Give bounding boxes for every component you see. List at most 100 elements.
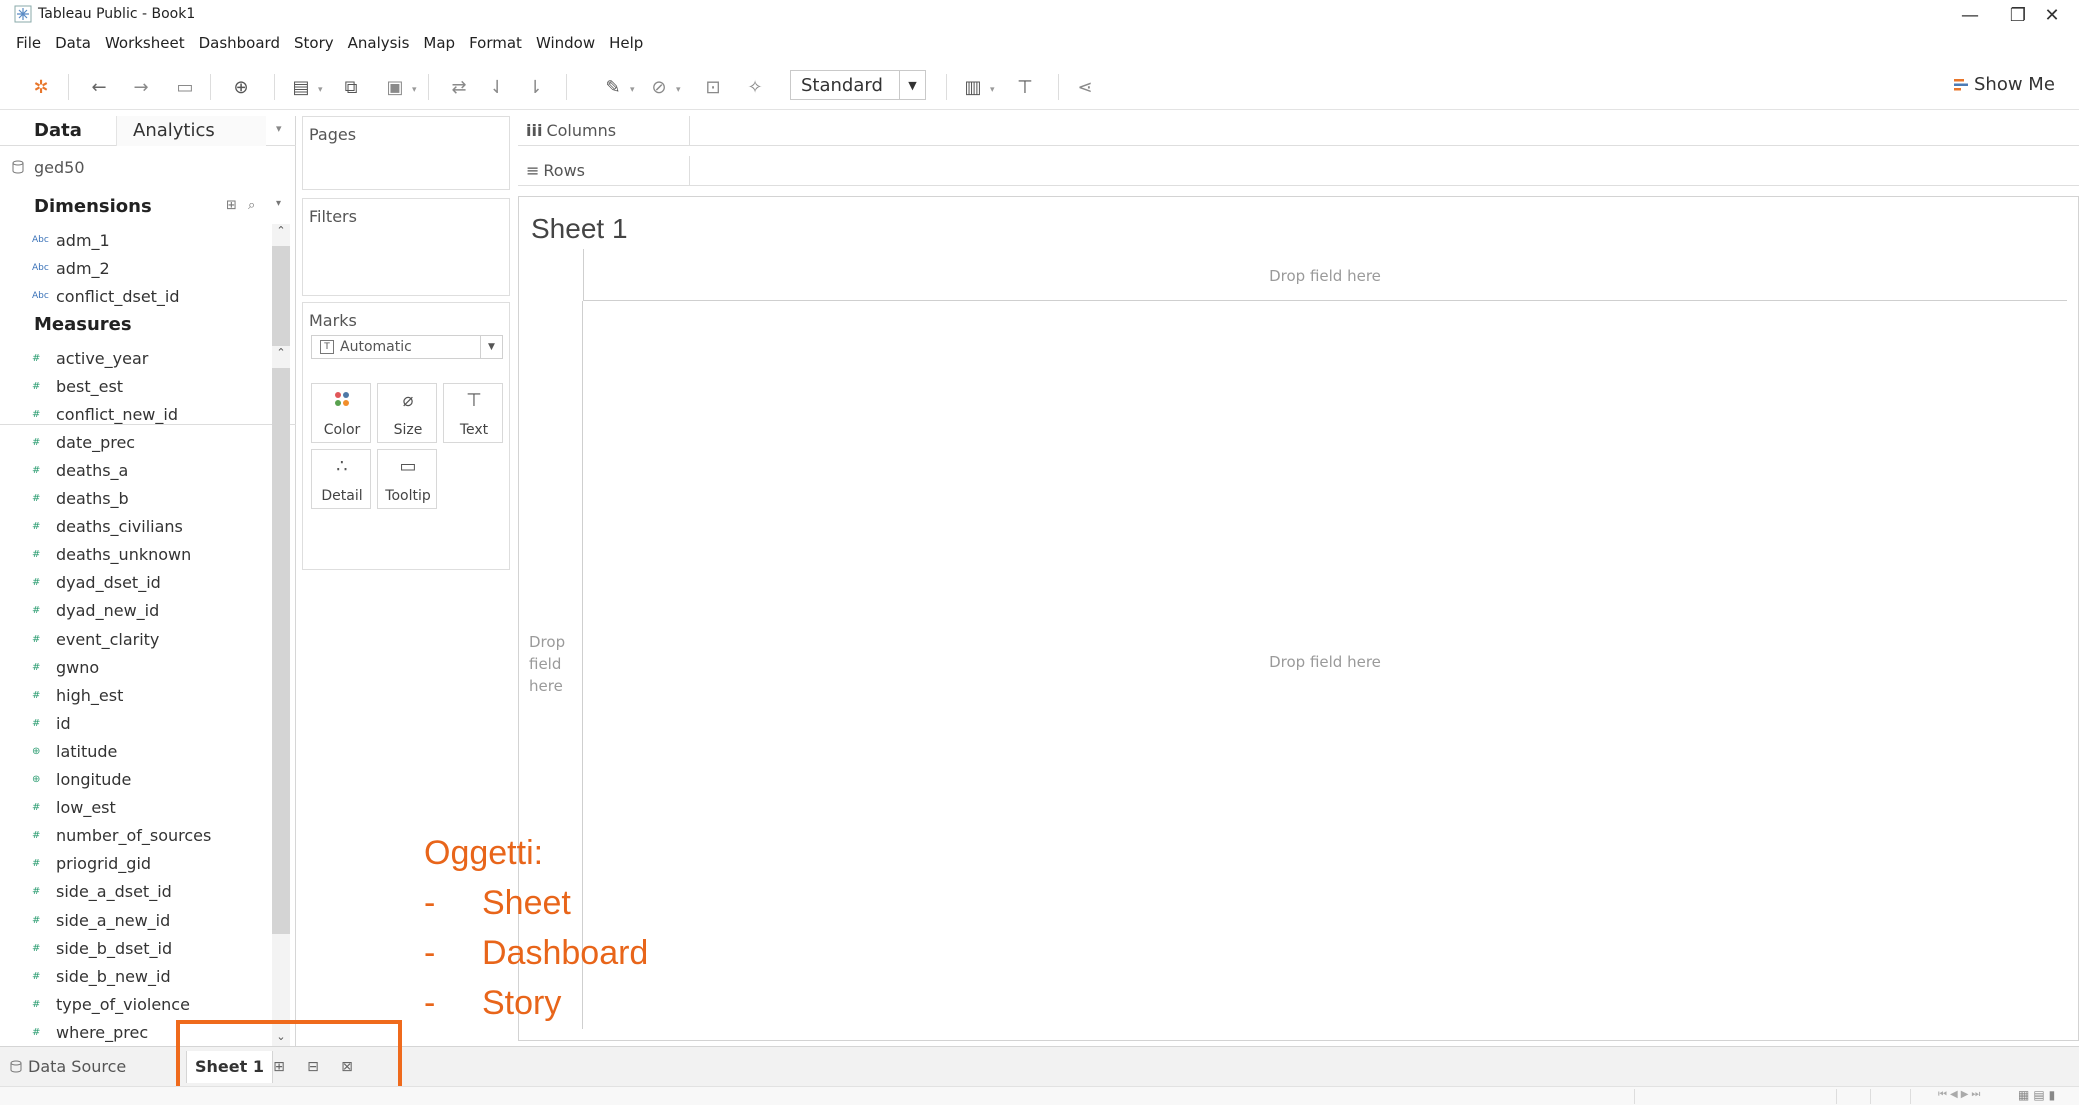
label-icon[interactable]: ⊡ (700, 74, 726, 100)
search-icon[interactable]: ⌕ (248, 198, 255, 213)
row-drop-text: Drop field here (529, 633, 566, 695)
group-icon[interactable]: ⊘ (646, 74, 672, 100)
menu-file[interactable]: File (16, 34, 41, 58)
minimize-button[interactable]: — (1946, 2, 1994, 28)
rows-shelf[interactable]: ≡ Rows (518, 156, 2079, 186)
tab-data-source[interactable]: Data Source (10, 1057, 126, 1076)
dimension-conflict-dset-id[interactable]: Abc conflict_dset_id (32, 284, 180, 308)
tab-data[interactable]: Data (0, 116, 116, 146)
highlight-icon[interactable]: ✎ (600, 74, 626, 100)
field-label: conflict_new_id (56, 404, 178, 424)
measure-side-a-new-id[interactable]: # side_a_new_id (32, 908, 170, 932)
fit-select[interactable]: Standard ▼ (790, 70, 926, 100)
close-button[interactable]: ✕ (2028, 2, 2076, 28)
sheet-title[interactable]: Sheet 1 (531, 213, 628, 245)
measures-scrollbar[interactable]: ⌃ ⌄ (272, 346, 290, 1046)
sheet-navigation-icon[interactable]: ⏮◀▶⏭ (1938, 1089, 1983, 1100)
measure-latitude[interactable]: ⊕ latitude (32, 739, 117, 763)
measure-longitude[interactable]: ⊕ longitude (32, 768, 131, 792)
measure-where-prec[interactable]: # where_prec (32, 1020, 148, 1044)
datasource-name[interactable]: ged50 (34, 158, 85, 177)
pane-menu-icon[interactable]: ▾ (276, 122, 282, 135)
dimension-adm-1[interactable]: Abc adm_1 (32, 228, 110, 252)
share-icon[interactable]: ⋖ (1072, 74, 1098, 100)
dimensions-heading: Dimensions (34, 196, 152, 217)
text-button[interactable]: ⊤ Text (443, 383, 503, 443)
measure-side-b-dset-id[interactable]: # side_b_dset_id (32, 936, 172, 960)
chevron-up-icon[interactable]: ⌃ (272, 346, 290, 362)
menu-analysis[interactable]: Analysis (348, 34, 410, 58)
field-label: deaths_b (56, 489, 129, 508)
measure-side-a-dset-id[interactable]: # side_a_dset_id (32, 880, 172, 904)
measure-dyad-dset-id[interactable]: # dyad_dset_id (32, 571, 161, 595)
clear-icon[interactable]: ▣ (382, 74, 408, 100)
pane-drop-zone[interactable]: Drop field here (583, 301, 2067, 1029)
chevron-up-icon[interactable]: ⌃ (272, 224, 290, 240)
detail-label: Detail (321, 488, 363, 504)
tooltip-button[interactable]: ▭ Tooltip (377, 449, 437, 509)
measure-id[interactable]: # id (32, 711, 71, 735)
save-icon[interactable]: ▭ (172, 74, 198, 100)
sort-desc-icon[interactable]: ⇂ (522, 74, 548, 100)
measure-gwno[interactable]: # gwno (32, 655, 99, 679)
pin-icon[interactable]: ✧ (742, 74, 768, 100)
measure-active-year[interactable]: # active_year (32, 346, 148, 370)
new-worksheet-icon[interactable]: ⊞ (268, 1057, 290, 1077)
menu-dashboard[interactable]: Dashboard (199, 34, 280, 58)
tab-sheet-1[interactable]: Sheet 1 (186, 1051, 273, 1083)
measures-scroll-thumb[interactable] (272, 368, 290, 934)
columns-shelf[interactable]: iii Columns (518, 116, 2079, 146)
view-toggle-icon[interactable]: ▦▤▮ (2018, 1088, 2059, 1102)
menu-format[interactable]: Format (469, 34, 522, 58)
menu-help[interactable]: Help (609, 34, 643, 58)
color-button[interactable]: Color (311, 383, 371, 443)
measure-deaths-unknown[interactable]: # deaths_unknown (32, 543, 191, 567)
measure-number-of-sources[interactable]: # number_of_sources (32, 824, 211, 848)
mark-type-select[interactable]: T Automatic ▼ (311, 335, 503, 359)
measure-event-clarity[interactable]: # event_clarity (32, 627, 159, 651)
pages-card[interactable]: Pages (302, 116, 510, 190)
show-me-button[interactable]: Show Me (1954, 74, 2055, 95)
new-datasource-icon[interactable]: ⊕ (228, 74, 254, 100)
menu-data[interactable]: Data (55, 34, 91, 58)
marks-card: Marks T Automatic ▼ Color ⌀ Size ⊤ Text … (302, 302, 510, 570)
menu-story[interactable]: Story (294, 34, 334, 58)
menu-window[interactable]: Window (536, 34, 595, 58)
annotation: Oggetti: - Sheet - Dashboard - Story (424, 828, 648, 1028)
measure-high-est[interactable]: # high_est (32, 683, 123, 707)
measure-deaths-b[interactable]: # deaths_b (32, 487, 129, 511)
column-drop-zone[interactable]: Drop field here (583, 249, 2067, 301)
measure-priogrid-gid[interactable]: # priogrid_gid (32, 852, 151, 876)
sort-asc-icon[interactable]: ⇃ (484, 74, 510, 100)
filters-card[interactable]: Filters (302, 198, 510, 296)
measure-low-est[interactable]: # low_est (32, 796, 116, 820)
swap-icon[interactable]: ⇄ (446, 74, 472, 100)
new-story-icon[interactable]: ⊠ (336, 1057, 358, 1077)
chevron-down-icon[interactable]: ⌄ (272, 1030, 290, 1046)
dimensions-menu-icon[interactable]: ▾ (276, 198, 281, 209)
detail-button[interactable]: ∴ Detail (311, 449, 371, 509)
view-options-icon[interactable]: ⊞ (226, 198, 237, 213)
measure-deaths-a[interactable]: # deaths_a (32, 458, 128, 482)
size-button[interactable]: ⌀ Size (377, 383, 437, 443)
field-label: conflict_dset_id (56, 286, 180, 306)
duplicate-icon[interactable]: ⧉ (338, 74, 364, 100)
back-icon[interactable]: ← (86, 74, 112, 100)
measure-deaths-civilians[interactable]: # deaths_civilians (32, 515, 183, 539)
measure-date-prec[interactable]: # date_prec (32, 430, 135, 454)
presentation-icon[interactable]: ⊤ (1012, 74, 1038, 100)
measure-side-b-new-id[interactable]: # side_b_new_id (32, 964, 171, 988)
measure-dyad-new-id[interactable]: # dyad_new_id (32, 599, 159, 623)
tableau-logo-icon[interactable]: ✲ (28, 74, 54, 100)
dimension-adm-2[interactable]: Abc adm_2 (32, 256, 110, 280)
measure-best-est[interactable]: # best_est (32, 374, 123, 398)
menu-worksheet[interactable]: Worksheet (105, 34, 185, 58)
menu-map[interactable]: Map (423, 34, 455, 58)
new-dashboard-icon[interactable]: ⊟ (302, 1057, 324, 1077)
tab-analytics[interactable]: Analytics (116, 116, 266, 146)
forward-icon[interactable]: → (128, 74, 154, 100)
measure-conflict-new-id[interactable]: # conflict_new_id (32, 402, 178, 426)
measure-type-of-violence[interactable]: # type_of_violence (32, 992, 190, 1016)
fit-icon[interactable]: ▥ (960, 74, 986, 100)
new-worksheet-icon[interactable]: ▤ (288, 74, 314, 100)
